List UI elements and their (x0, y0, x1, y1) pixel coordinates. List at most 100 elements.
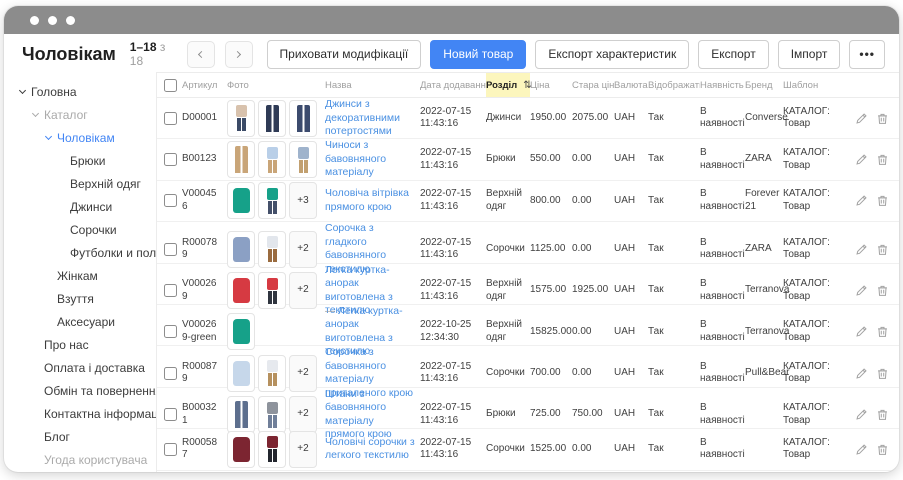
cell-actions (855, 243, 899, 256)
column-header-photo[interactable]: Фото (227, 80, 325, 91)
column-header-label: Стара ціна (572, 80, 614, 91)
row-checkbox[interactable] (164, 325, 177, 338)
product-photo-thumbnail (258, 355, 286, 392)
row-checkbox[interactable] (164, 408, 177, 421)
sidebar-item-blog[interactable]: Блог (4, 425, 156, 448)
model-image (267, 147, 278, 173)
row-checkbox[interactable] (164, 284, 177, 297)
cell-select (157, 243, 182, 256)
more-photos-badge[interactable]: +2 (289, 355, 317, 392)
new-product-button[interactable]: Новий товар (430, 40, 526, 69)
sidebar-item-catalog[interactable]: Каталог (4, 103, 156, 126)
cell-name: Чиноси з бавовняного матеріалу (325, 139, 420, 180)
cell-availability: В наявності (700, 278, 745, 303)
import-button[interactable]: Імпорт (778, 40, 841, 69)
window-control-dot[interactable] (66, 16, 75, 25)
column-header-brand[interactable]: Бренд (745, 80, 783, 91)
column-header-date-added[interactable]: Дата додавання (420, 80, 486, 91)
row-checkbox[interactable] (164, 443, 177, 456)
column-header-article[interactable]: Артикул (182, 80, 227, 91)
sidebar-item-jeans[interactable]: Джинси (4, 195, 156, 218)
sidebar-item-accessories[interactable]: Аксесуари (4, 310, 156, 333)
delete-button[interactable] (876, 284, 889, 297)
sidebar-item-exchange-return[interactable]: Обмін та повернення (4, 379, 156, 402)
sidebar-item-trousers[interactable]: Брюки (4, 149, 156, 172)
row-checkbox[interactable] (164, 367, 177, 380)
sidebar-item-payment-delivery[interactable]: Оплата і доставка (4, 356, 156, 379)
export-button[interactable]: Експорт (698, 40, 768, 69)
product-link[interactable]: Чиноси з бавовняного матеріалу (325, 139, 386, 178)
more-photos-badge[interactable]: +3 (289, 182, 317, 219)
column-header-currency[interactable]: Валюта (614, 80, 648, 91)
chevron-left-icon (198, 50, 205, 57)
edit-button[interactable] (855, 443, 868, 456)
edit-button[interactable] (855, 325, 868, 338)
edit-button[interactable] (855, 112, 868, 125)
sidebar-item-label: Джинси (70, 200, 112, 214)
more-photos-badge[interactable]: +2 (289, 272, 317, 309)
sidebar-item-user-agreement[interactable]: Угода користувача (4, 448, 156, 471)
edit-button[interactable] (855, 408, 868, 421)
window-control-dot[interactable] (48, 16, 57, 25)
sidebar-item-shoes[interactable]: Взуття (4, 287, 156, 310)
pants-image (266, 105, 279, 132)
sidebar-item-men[interactable]: Чоловікам (4, 126, 156, 149)
sidebar-item-home[interactable]: Головна (4, 80, 156, 103)
column-header-price[interactable]: Ціна (530, 80, 572, 91)
more-photos-badge[interactable]: +2 (289, 231, 317, 268)
edit-button[interactable] (855, 367, 868, 380)
window-control-dot[interactable] (30, 16, 39, 25)
sidebar-item-outerwear[interactable]: Верхній одяг (4, 172, 156, 195)
more-photos-badge[interactable]: +2 (289, 396, 317, 433)
cell-brand: Pull&Bear (745, 367, 783, 380)
delete-button[interactable] (876, 408, 889, 421)
sidebar-item-about-us[interactable]: Про нас (4, 333, 156, 356)
cell-old-price: 0.00 (572, 367, 614, 380)
column-header-old-price[interactable]: Стара ціна (572, 80, 614, 91)
edit-button[interactable] (855, 153, 868, 166)
product-link[interactable]: Джинси з декоративними потертостями (325, 98, 400, 137)
delete-button[interactable] (876, 243, 889, 256)
delete-button[interactable] (876, 153, 889, 166)
cell-actions (855, 153, 899, 166)
row-checkbox[interactable] (164, 153, 177, 166)
sidebar-item-store-reviews[interactable]: Відгуки про магазин (4, 471, 156, 472)
cell-actions (855, 443, 899, 456)
cell-old-price: 750.00 (572, 408, 614, 421)
export-characteristics-button[interactable]: Експорт характеристик (535, 40, 689, 69)
delete-button[interactable] (876, 194, 889, 207)
edit-button[interactable] (855, 284, 868, 297)
delete-button[interactable] (876, 367, 889, 380)
cell-select (157, 112, 182, 125)
sidebar-item-shirts[interactable]: Сорочки (4, 218, 156, 241)
hide-modifications-button[interactable]: Приховати модифікації (267, 40, 422, 69)
product-link[interactable]: Чоловіча вітрівка прямого крою (325, 187, 409, 213)
edit-button[interactable] (855, 243, 868, 256)
sidebar-item-tshirts-polo[interactable]: Футболки и поло (4, 241, 156, 264)
column-header-availability[interactable]: Наявність (700, 80, 745, 91)
sidebar-item-contact-info[interactable]: Контактна інформація (4, 402, 156, 425)
product-link[interactable]: Чоловічі сорочки з легкого текстилю (325, 436, 415, 462)
prev-page-button[interactable] (187, 41, 215, 68)
cell-date-added: 2022-07-15 11:43:16 (420, 402, 486, 427)
delete-button[interactable] (876, 112, 889, 125)
column-header-name[interactable]: Назва (325, 80, 420, 91)
sidebar-item-label: Про нас (44, 338, 89, 352)
delete-button[interactable] (876, 443, 889, 456)
edit-button[interactable] (855, 194, 868, 207)
row-checkbox[interactable] (164, 243, 177, 256)
row-checkbox[interactable] (164, 194, 177, 207)
column-header-template[interactable]: Шаблон (783, 80, 855, 91)
column-header-display[interactable]: Відображати (648, 80, 700, 91)
column-header-section[interactable]: Розділ⇅ (486, 73, 530, 97)
delete-button[interactable] (876, 325, 889, 338)
next-page-button[interactable] (225, 41, 253, 68)
more-button[interactable]: ••• (849, 40, 885, 69)
column-header-label: Наявність (700, 80, 744, 91)
product-link[interactable]: Штани з бавовняного матеріалу прямого кр… (325, 388, 392, 441)
sidebar-item-women[interactable]: Жінкам (4, 264, 156, 287)
sidebar-item-label: Аксесуари (57, 315, 115, 329)
select-all-checkbox[interactable] (164, 79, 177, 92)
row-checkbox[interactable] (164, 112, 177, 125)
more-photos-badge[interactable]: +2 (289, 431, 317, 468)
